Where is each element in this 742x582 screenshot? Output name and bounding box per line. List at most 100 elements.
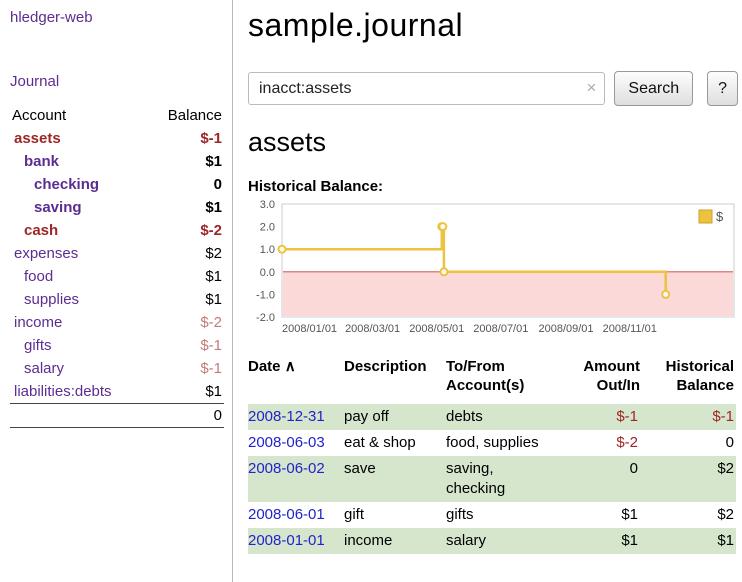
transaction-date-link[interactable]: 2008-12-31	[248, 408, 325, 425]
transaction-row: 2008-01-01incomesalary$1$1	[248, 528, 736, 554]
account-link[interactable]: food	[24, 268, 53, 285]
x-tick-label: 2008/11/01	[603, 323, 657, 335]
transaction-amount: $-2	[578, 430, 644, 456]
transaction-balance: $2	[644, 456, 736, 502]
account-name-cell: bank	[10, 150, 147, 173]
accounts-total-value: 0	[147, 404, 224, 428]
account-link[interactable]: liabilities:debts	[14, 383, 112, 400]
search-box: ×	[248, 72, 605, 105]
account-link[interactable]: gifts	[24, 337, 52, 354]
account-name-cell: supplies	[10, 288, 147, 311]
account-row: income $-2	[10, 311, 224, 334]
search-input[interactable]	[248, 72, 605, 105]
x-tick-label: 2008/05/01	[409, 323, 464, 335]
accounts-header-row: Account Balance	[10, 104, 224, 127]
accounts-header-account: Account	[10, 104, 147, 127]
transaction-row: 2008-06-02 savesaving, checking0$2	[248, 456, 736, 502]
y-tick-label: 0.0	[260, 267, 275, 279]
legend-label: $	[716, 209, 724, 224]
account-name-cell: liabilities:debts	[10, 380, 147, 404]
transaction-accounts: food, supplies	[446, 430, 578, 456]
account-name-cell: cash	[10, 219, 147, 242]
sidebar-item-journal[interactable]: Journal	[10, 73, 224, 90]
account-link[interactable]: income	[14, 314, 62, 331]
y-tick-label: 3.0	[260, 200, 275, 211]
account-heading: assets	[248, 127, 738, 158]
transaction-amount: 0	[578, 456, 644, 502]
transaction-description: save	[344, 456, 446, 502]
legend-swatch	[699, 210, 712, 223]
transaction-balance: $-1	[644, 404, 736, 430]
accounts-total-row: 0	[10, 404, 224, 428]
account-link[interactable]: assets	[14, 130, 61, 147]
account-link[interactable]: salary	[24, 360, 64, 377]
accounts-total-spacer	[10, 404, 147, 428]
account-row: gifts$-1	[10, 334, 224, 357]
transaction-date-cell: 2008-01-01	[248, 528, 344, 554]
account-link[interactable]: supplies	[24, 291, 79, 308]
transaction-accounts: salary	[446, 528, 578, 554]
account-link[interactable]: expenses	[14, 245, 78, 262]
transaction-date-link[interactable]: 2008-06-03	[248, 434, 325, 451]
transaction-date-link[interactable]: 2008-01-01	[248, 532, 325, 549]
y-tick-label: 2.0	[260, 222, 275, 234]
transaction-date-cell: 2008-06-03	[248, 430, 344, 456]
main-content: sample.journal × Search ? assets Histori…	[248, 0, 738, 554]
x-tick-label: 2008/01/01	[282, 323, 337, 335]
account-balance: $1	[147, 150, 224, 173]
transaction-row: 2008-12-31pay offdebts$-1$-1	[248, 404, 736, 430]
account-balance: $-1	[147, 127, 224, 150]
account-row: assets $-1	[10, 127, 224, 150]
transaction-row: 2008-06-03eat & shopfood, supplies$-20	[248, 430, 736, 456]
transaction-accounts: debts	[446, 404, 578, 430]
transactions-table: Date ∧ Description To/From Account(s) Am…	[248, 355, 736, 554]
account-balance: $1	[147, 265, 224, 288]
account-balance: 0	[147, 173, 224, 196]
accounts-table: Account Balance assets $-1 bank $1 checking 0…	[10, 104, 224, 428]
app-title-link[interactable]: hledger-web	[10, 9, 224, 26]
account-link[interactable]: cash	[24, 222, 58, 239]
txn-header-balance: Historical Balance	[644, 355, 736, 404]
account-balance: $-2	[147, 311, 224, 334]
sort-ascending-icon: ∧	[285, 358, 296, 375]
help-button[interactable]: ?	[707, 71, 738, 106]
account-row: liabilities:debts$1	[10, 380, 224, 404]
txn-header-date-label: Date	[248, 358, 281, 375]
account-name-cell: food	[10, 265, 147, 288]
account-link[interactable]: checking	[34, 176, 99, 193]
y-tick-label: 1.0	[260, 244, 275, 256]
account-name-cell: salary	[10, 357, 147, 380]
account-name-cell: checking	[10, 173, 147, 196]
txn-header-date[interactable]: Date ∧	[248, 355, 344, 404]
clear-search-icon[interactable]: ×	[586, 78, 596, 98]
search-button[interactable]: Search	[614, 71, 693, 106]
account-row: expenses$2	[10, 242, 224, 265]
transaction-description: pay off	[344, 404, 446, 430]
transaction-balance: $2	[644, 502, 736, 528]
transaction-description: eat & shop	[344, 430, 446, 456]
transaction-date-link[interactable]: 2008-06-01	[248, 506, 325, 523]
transaction-amount: $-1	[578, 404, 644, 430]
account-name-cell: assets	[10, 127, 147, 150]
account-link[interactable]: saving	[34, 199, 82, 216]
data-point-marker	[279, 246, 286, 253]
x-tick-label: 2008/07/01	[473, 323, 528, 335]
x-tick-label: 2008/09/01	[538, 323, 593, 335]
transaction-date-cell: 2008-06-01	[248, 502, 344, 528]
transaction-date-link[interactable]: 2008-06-02	[248, 460, 325, 477]
data-point-marker	[439, 223, 446, 230]
data-point-marker	[662, 291, 669, 298]
account-name-cell: saving	[10, 196, 147, 219]
account-row: food $1	[10, 265, 224, 288]
account-link[interactable]: bank	[24, 153, 59, 170]
account-row: saving $1	[10, 196, 224, 219]
account-balance: $1	[147, 288, 224, 311]
account-row: cash$-2	[10, 219, 224, 242]
transaction-description: income	[344, 528, 446, 554]
transaction-accounts: saving, checking	[446, 456, 578, 502]
transaction-amount: $1	[578, 528, 644, 554]
transaction-date-cell: 2008-12-31	[248, 404, 344, 430]
transaction-description: gift	[344, 502, 446, 528]
sidebar: hledger-web Journal Account Balance asse…	[0, 0, 233, 582]
account-balance: $1	[147, 196, 224, 219]
